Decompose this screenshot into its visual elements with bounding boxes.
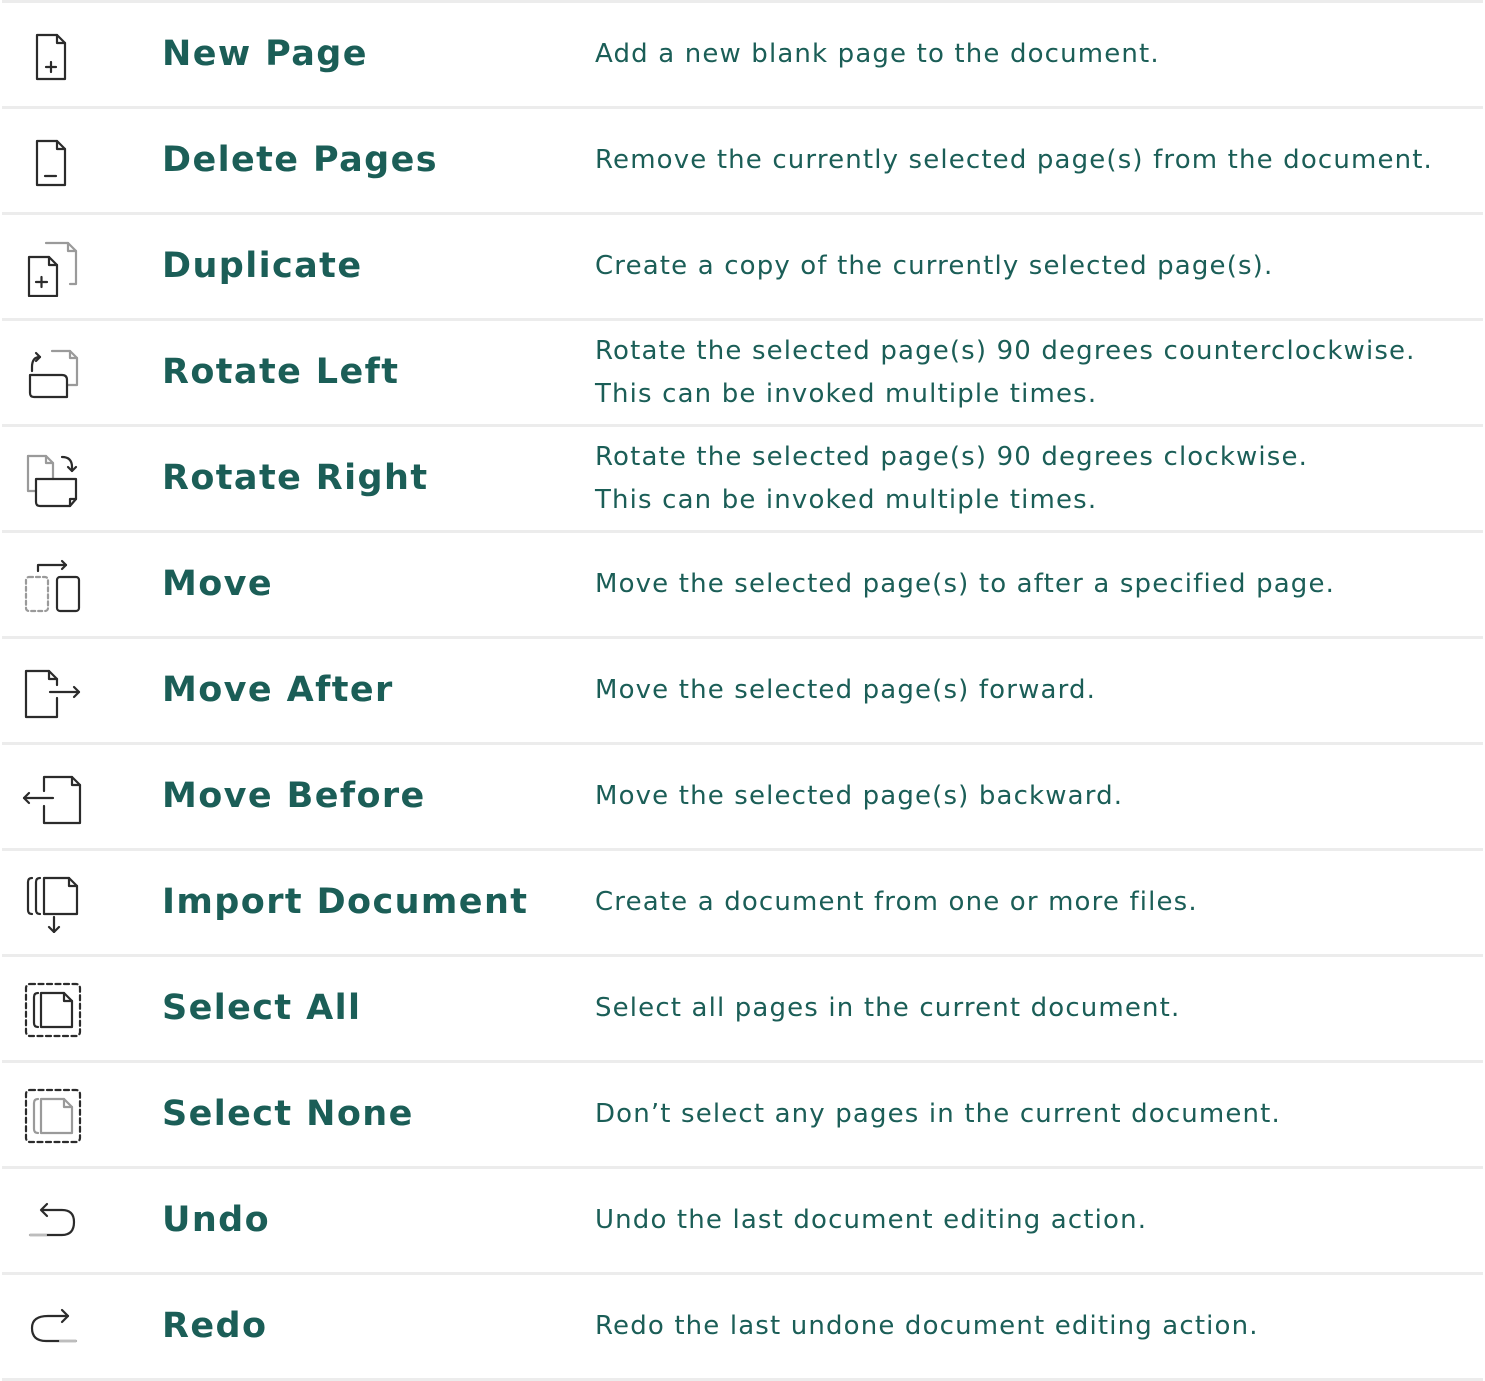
table-row-select-none: Select None Don’t select any pages in th… (2, 1063, 1483, 1169)
command-description: Create a copy of the currently selected … (595, 215, 1480, 318)
select-none-icon (20, 1087, 82, 1145)
command-name: Move (162, 564, 274, 604)
command-name: Undo (162, 1200, 271, 1240)
command-description: Don’t select any pages in the current do… (595, 1063, 1480, 1166)
description-line: Redo the last undone document editing ac… (595, 1311, 1259, 1341)
command-name: Select All (162, 988, 362, 1028)
description-line: This can be invoked multiple times. (595, 378, 1098, 409)
table-row-undo: Undo Undo the last document editing acti… (2, 1169, 1483, 1275)
description-line: Move the selected page(s) forward. (595, 675, 1097, 705)
table-row-import-document: Import Document Create a document from o… (2, 851, 1483, 957)
table-row-move: Move Move the selected page(s) to after … (2, 533, 1483, 639)
description-line: Remove the currently selected page(s) fr… (595, 145, 1433, 175)
table-row-select-all: Select All Select all pages in the curre… (2, 957, 1483, 1063)
table-row-rotate-left: Rotate Left Rotate the selected page(s) … (2, 321, 1483, 427)
description-line: Add a new blank page to the document. (595, 39, 1160, 69)
description-line: Rotate the selected page(s) 90 degrees c… (595, 335, 1416, 366)
description-line: Rotate the selected page(s) 90 degrees c… (595, 441, 1309, 472)
description-line: Move the selected page(s) to after a spe… (595, 569, 1336, 599)
table-row-duplicate: Duplicate Create a copy of the currently… (2, 215, 1483, 321)
command-name: Duplicate (162, 246, 363, 286)
import-document-icon (20, 875, 82, 933)
move-after-icon (20, 663, 82, 721)
table-row-delete-pages: Delete Pages Remove the currently select… (2, 109, 1483, 215)
command-description: Remove the currently selected page(s) fr… (595, 109, 1480, 212)
command-description: Add a new blank page to the document. (595, 3, 1480, 106)
command-name: Rotate Right (162, 458, 429, 498)
command-name: Delete Pages (162, 140, 438, 180)
command-name: New Page (162, 34, 368, 74)
move-icon (20, 557, 82, 615)
command-name: Move After (162, 670, 394, 710)
description-line: Don’t select any pages in the current do… (595, 1099, 1281, 1129)
rotate-right-icon (20, 451, 82, 509)
table-row-new-page: New Page Add a new blank page to the doc… (2, 3, 1483, 109)
command-table: New Page Add a new blank page to the doc… (0, 0, 1485, 1381)
description-line: Select all pages in the current document… (595, 993, 1181, 1023)
table-row-redo: Redo Redo the last undone document editi… (2, 1275, 1483, 1381)
delete-pages-icon (20, 133, 82, 191)
move-before-icon (20, 769, 82, 827)
command-description: Undo the last document editing action. (595, 1169, 1480, 1272)
command-description: Rotate the selected page(s) 90 degrees c… (595, 321, 1480, 424)
undo-icon (20, 1193, 82, 1251)
description-line: Create a document from one or more files… (595, 887, 1198, 917)
command-name: Select None (162, 1094, 414, 1134)
command-description: Create a document from one or more files… (595, 851, 1480, 954)
command-name: Rotate Left (162, 352, 400, 392)
description-line: Undo the last document editing action. (595, 1205, 1148, 1235)
description-line: This can be invoked multiple times. (595, 484, 1098, 515)
description-line: Move the selected page(s) backward. (595, 781, 1124, 811)
command-description: Move the selected page(s) to after a spe… (595, 533, 1480, 636)
command-description: Move the selected page(s) backward. (595, 745, 1480, 848)
command-name: Import Document (162, 882, 529, 922)
select-all-icon (20, 981, 82, 1039)
table-row-rotate-right: Rotate Right Rotate the selected page(s)… (2, 427, 1483, 533)
table-row-move-before: Move Before Move the selected page(s) ba… (2, 745, 1483, 851)
new-page-icon (20, 27, 82, 85)
command-description: Redo the last undone document editing ac… (595, 1275, 1480, 1378)
description-line: Create a copy of the currently selected … (595, 251, 1274, 281)
duplicate-icon (20, 239, 82, 297)
table-row-move-after: Move After Move the selected page(s) for… (2, 639, 1483, 745)
command-name: Move Before (162, 776, 426, 816)
command-description: Select all pages in the current document… (595, 957, 1480, 1060)
command-name: Redo (162, 1306, 268, 1346)
rotate-left-icon (20, 345, 82, 403)
command-description: Move the selected page(s) forward. (595, 639, 1480, 742)
command-description: Rotate the selected page(s) 90 degrees c… (595, 427, 1480, 530)
redo-icon (20, 1299, 82, 1357)
